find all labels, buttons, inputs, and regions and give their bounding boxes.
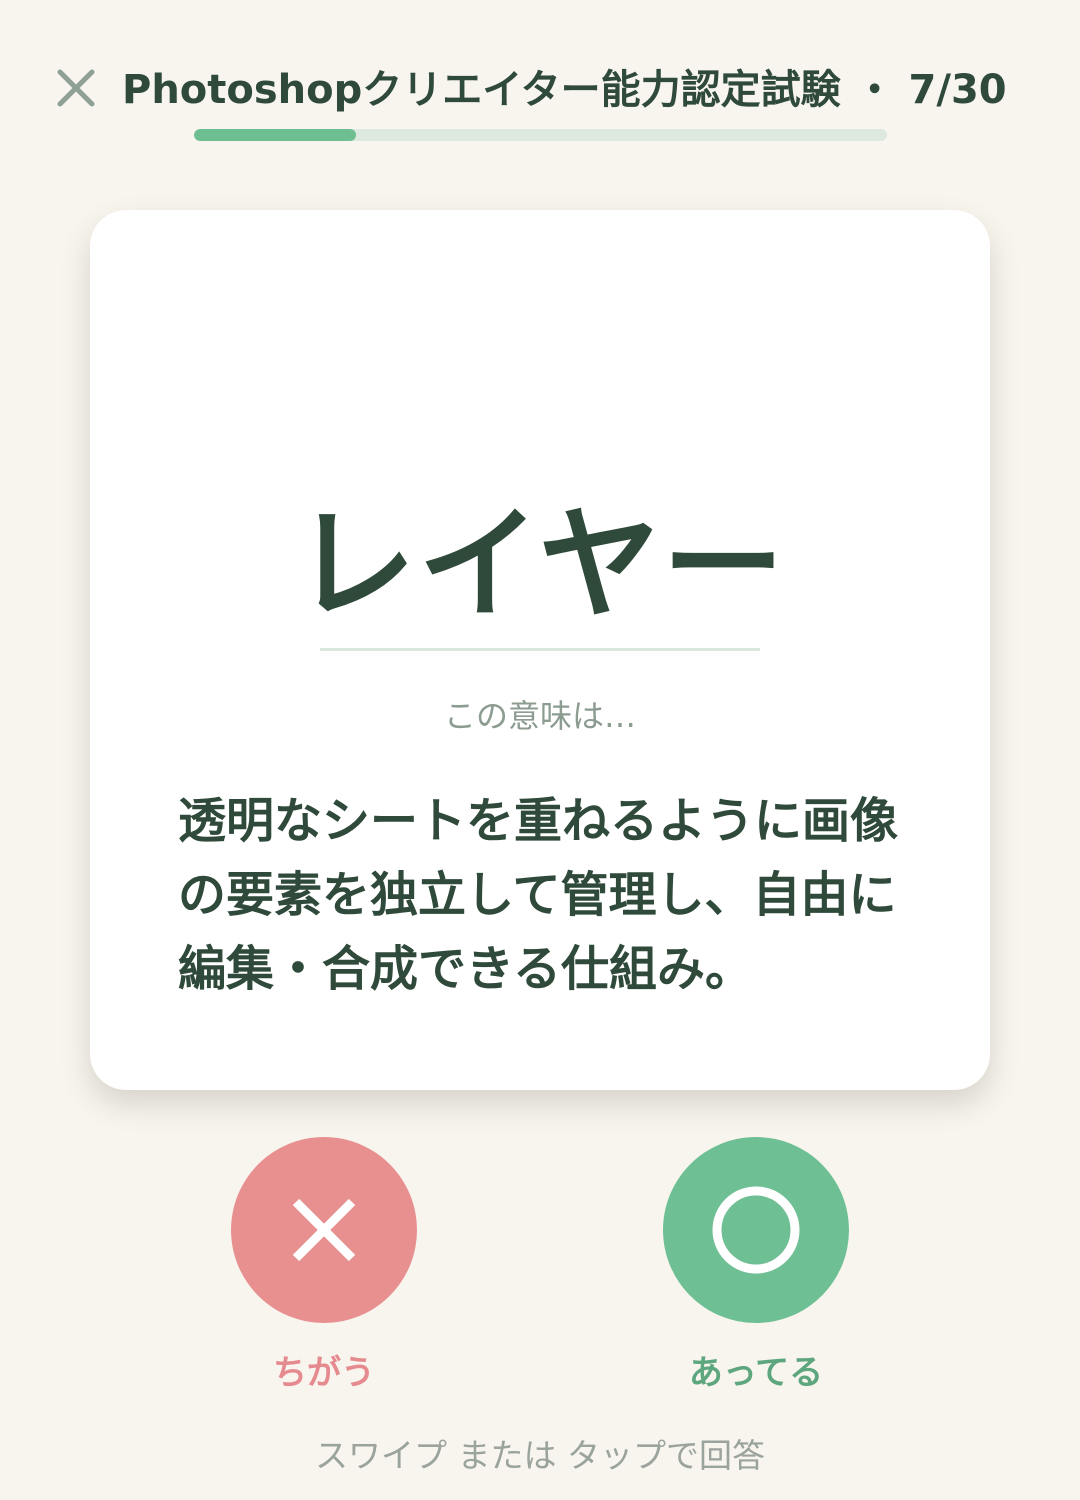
definition-text: 透明なシートを重ねるように画像の要素を独立して管理し、自由に編集・合成できる仕組… [178, 793, 899, 997]
term-text: レイヤー [293, 494, 787, 636]
meaning-prompt: この意味は… [443, 697, 636, 735]
answer-hint: スワイプ または タップで回答 [315, 1436, 765, 1475]
progress-bar [194, 129, 887, 141]
circle-icon [712, 1186, 800, 1274]
right-button[interactable] [663, 1137, 849, 1323]
progress-fill [194, 129, 356, 141]
flashcard[interactable]: レイヤー この意味は… 透明なシートを重ねるように画像の要素を独立して管理し、自… [90, 210, 990, 1090]
quiz-header: Photoshopクリエイター能力認定試験 ・ 7/30 [0, 0, 1080, 160]
quiz-title: Photoshopクリエイター能力認定試験 ・ 7/30 [122, 67, 1007, 113]
wrong-button[interactable] [231, 1137, 417, 1323]
close-icon [57, 69, 95, 107]
wrong-label: ちがう [273, 1353, 375, 1393]
divider [320, 648, 760, 651]
answer-wrong: ちがう [231, 1137, 417, 1397]
answer-right: あってる [663, 1137, 849, 1397]
right-label: あってる [688, 1353, 824, 1393]
cross-icon [292, 1198, 356, 1262]
close-button[interactable] [52, 64, 100, 112]
